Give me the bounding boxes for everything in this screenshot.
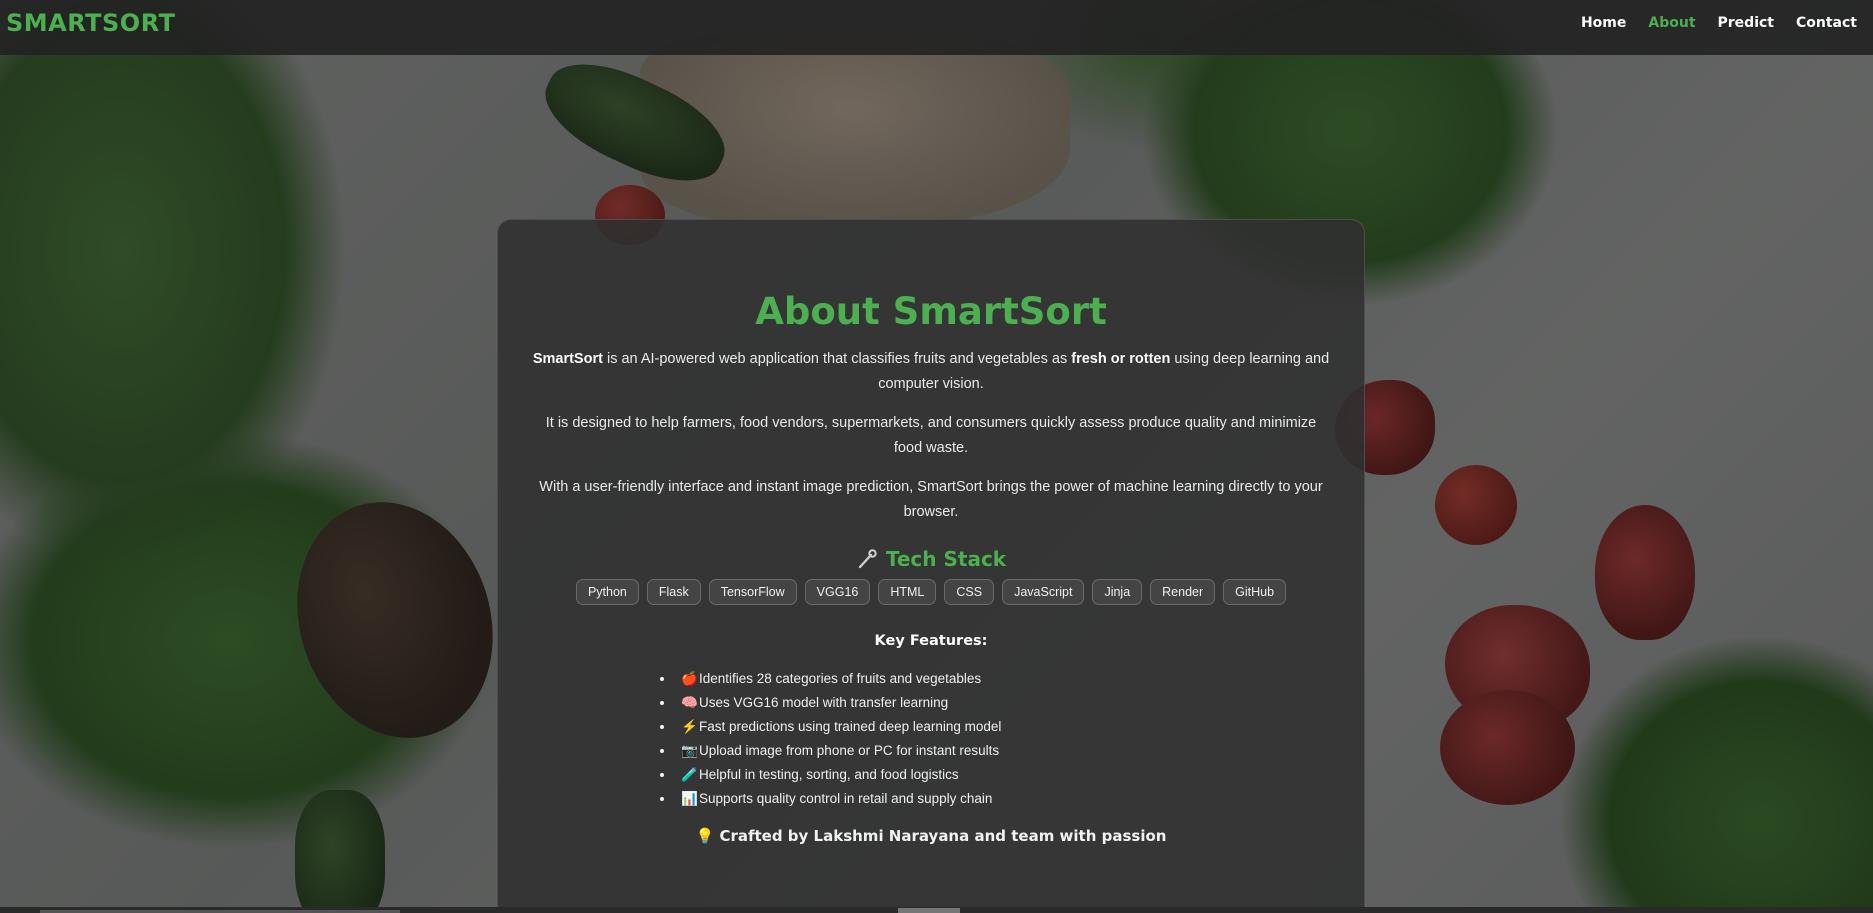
brand-logo[interactable]: SMARTSORT <box>6 9 175 37</box>
nav-links: Home About Predict Contact <box>1581 15 1857 31</box>
feature-text: Uses VGG16 model with transfer learning <box>699 695 949 710</box>
feature-item: 🧪Helpful in testing, sorting, and food l… <box>675 763 1330 787</box>
feature-item: 📷Upload image from phone or PC for insta… <box>675 739 1330 763</box>
intro-paragraph: SmartSort is an AI-powered web applicati… <box>532 347 1330 397</box>
tech-chip: CSS <box>944 579 995 605</box>
tech-chip: Python <box>575 579 639 605</box>
tech-chip: TensorFlow <box>708 579 797 605</box>
nav-link-predict[interactable]: Predict <box>1718 15 1774 31</box>
fresh-rotten-emphasis: fresh or rotten <box>1071 351 1171 367</box>
tech-stack-title: Tech Stack <box>885 547 1007 571</box>
purpose-paragraph: It is designed to help farmers, food ven… <box>545 415 1317 456</box>
tech-chip: Jinja <box>1092 579 1143 605</box>
tech-chip: HTML <box>878 579 937 605</box>
author-name: Lakshmi Narayana <box>813 827 970 845</box>
key-features-list: 🍎Identifies 28 categories of fruits and … <box>532 667 1330 811</box>
nav-link-about[interactable]: About <box>1648 15 1695 31</box>
test-tube-icon: 🧪 <box>681 767 698 782</box>
navbar: SMARTSORT Home About Predict Contact <box>0 0 1873 55</box>
credit-line: 💡 Crafted by Lakshmi Narayana and team w… <box>532 827 1330 845</box>
feature-item: 🧠Uses VGG16 model with transfer learning <box>675 691 1330 715</box>
tech-chip: Render <box>1150 579 1216 605</box>
credit-suffix: and team with passion <box>969 827 1167 845</box>
nav-link-contact[interactable]: Contact <box>1796 15 1857 31</box>
tech-chip: Flask <box>646 579 701 605</box>
lightbulb-icon: 💡 <box>695 827 715 845</box>
credit-prefix: Crafted by <box>719 827 814 845</box>
feature-text: Helpful in testing, sorting, and food lo… <box>699 767 959 782</box>
tech-chip: GitHub <box>1223 579 1287 605</box>
nav-link-home[interactable]: Home <box>1581 15 1626 31</box>
brain-icon: 🧠 <box>681 695 698 710</box>
interface-paragraph: With a user-friendly interface and insta… <box>539 479 1323 520</box>
wrench-icon <box>856 548 878 570</box>
scrollbar-thumb[interactable] <box>898 908 960 913</box>
page-title: About SmartSort <box>755 290 1107 333</box>
app-name: SmartSort <box>532 351 603 367</box>
about-card: About SmartSort SmartSort is an AI-power… <box>497 219 1365 913</box>
lightning-icon: ⚡ <box>681 719 698 734</box>
intro-text: is an AI-powered web application that cl… <box>602 351 1072 367</box>
camera-icon: 📷 <box>681 743 698 758</box>
horizontal-scrollbar[interactable] <box>0 907 1873 913</box>
apple-icon: 🍎 <box>681 671 698 686</box>
feature-item: ⚡Fast predictions using trained deep lea… <box>675 715 1330 739</box>
feature-text: Upload image from phone or PC for instan… <box>699 743 1000 758</box>
feature-text: Fast predictions using trained deep lear… <box>699 719 1002 734</box>
tech-chip: JavaScript <box>1002 579 1085 605</box>
feature-item: 🍎Identifies 28 categories of fruits and … <box>675 667 1330 691</box>
key-features-title: Key Features: <box>874 633 988 649</box>
tech-chip: VGG16 <box>804 579 871 605</box>
bar-chart-icon: 📊 <box>681 791 698 806</box>
tech-stack-chips: Python Flask TensorFlow VGG16 HTML CSS J… <box>532 579 1330 605</box>
feature-text: Identifies 28 categories of fruits and v… <box>699 671 982 686</box>
feature-text: Supports quality control in retail and s… <box>699 791 993 806</box>
feature-item: 📊Supports quality control in retail and … <box>675 787 1330 811</box>
tech-stack-heading: Tech Stack <box>532 547 1330 571</box>
